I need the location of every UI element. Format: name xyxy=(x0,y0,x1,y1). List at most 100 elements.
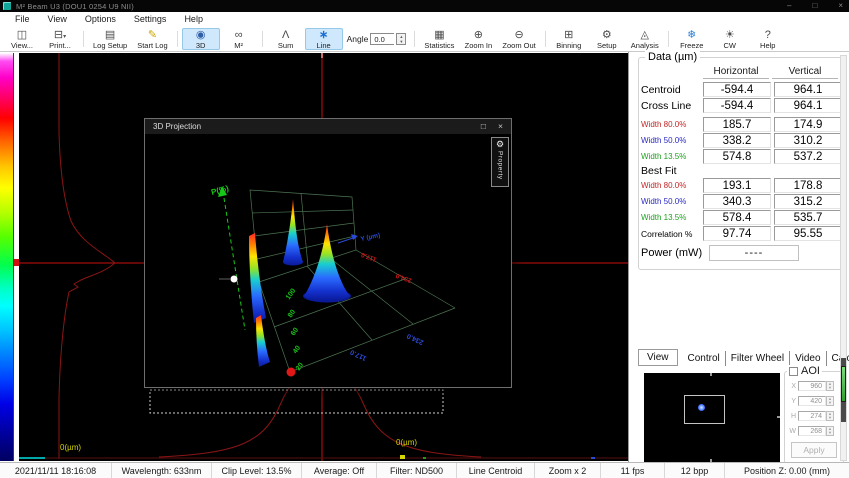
aoi-dashed-rectangle[interactable] xyxy=(150,390,443,413)
projection-maximize-button[interactable]: □ xyxy=(481,119,486,134)
window-title: M² Beam U3 (DOU1 0254 U9 NII) xyxy=(16,2,134,11)
line-button[interactable]: ∗ Line xyxy=(305,28,343,50)
power-value: ---- xyxy=(709,245,799,261)
aoi-y-spinner[interactable]: ▲▼ xyxy=(826,396,834,406)
tab-filter-wheel[interactable]: Filter Wheel xyxy=(726,351,790,366)
aoi-w-spinner[interactable]: ▲▼ xyxy=(826,426,834,436)
back-wall-beam-peak xyxy=(283,199,303,266)
status-average: Average: Off xyxy=(302,463,377,478)
wireframe-grid xyxy=(250,190,455,372)
angle-spinner[interactable]: ▴▾ xyxy=(396,33,406,45)
z-axis-ticks: 100 80 60 40 20 xyxy=(285,287,305,372)
aoi-h-input[interactable]: 274 xyxy=(798,411,826,421)
close-button[interactable]: × xyxy=(838,0,843,12)
x-axis-ticks: 117.0 234.0 xyxy=(360,251,413,284)
svg-text:80: 80 xyxy=(287,309,297,319)
correlation-vertical-value: 95.55 xyxy=(774,226,842,241)
statistics-button[interactable]: ▦ Statistics xyxy=(419,28,459,50)
minimize-button[interactable]: – xyxy=(787,0,791,12)
statistics-icon: ▦ xyxy=(434,29,444,41)
aoi-x-spinner[interactable]: ▲▼ xyxy=(826,381,834,391)
apply-button[interactable]: Apply xyxy=(791,442,837,458)
svg-text:117.0: 117.0 xyxy=(360,251,378,263)
fit-width80-vertical-value: 178.8 xyxy=(774,178,842,193)
menu-settings[interactable]: Settings xyxy=(125,12,176,27)
sum-button[interactable]: Λ Sum xyxy=(267,28,305,50)
m2-icon: ∞ xyxy=(235,29,243,41)
scanline-blue xyxy=(591,457,595,459)
projection-close-button[interactable]: × xyxy=(498,119,503,134)
aoi-x-input[interactable]: 960 xyxy=(798,381,826,391)
tab-video[interactable]: Video xyxy=(790,351,826,366)
maximize-button[interactable]: □ xyxy=(812,0,817,12)
fit-width80-horizontal-value: 193.1 xyxy=(703,178,771,193)
intensity-colorbar xyxy=(0,53,13,461)
view-button[interactable]: ◫ View... xyxy=(3,28,41,50)
3d-button[interactable]: ◉ 3D xyxy=(182,28,220,50)
projection-3d-plot[interactable]: P(%) 100 80 60 40 20 Y (µm) xyxy=(145,134,511,387)
aoi-y-field: Y 420 ▲▼ xyxy=(788,395,843,407)
table-row: Cross Line -594.4 964.1 xyxy=(641,98,846,113)
menu-view[interactable]: View xyxy=(39,12,76,27)
toolbar-separator xyxy=(414,31,415,47)
fit-width50-horizontal-value: 340.3 xyxy=(703,194,771,209)
zoom-out-icon: ⊖ xyxy=(514,29,523,41)
zoom-out-button[interactable]: ⊖ Zoom Out xyxy=(497,28,540,50)
app-icon xyxy=(3,2,11,10)
spinner-down-icon[interactable]: ▾ xyxy=(397,39,405,44)
status-datetime: 2021/11/11 18:16:08 xyxy=(0,463,112,478)
sum-icon: Λ xyxy=(282,29,289,41)
cw-button[interactable]: ☀ CW xyxy=(711,28,749,50)
start-log-button[interactable]: ✎ Start Log xyxy=(132,28,172,50)
aoi-checkbox[interactable] xyxy=(789,367,798,376)
property-tab[interactable]: ⚙ Property xyxy=(491,137,509,187)
zoom-in-icon: ⊕ xyxy=(474,29,483,41)
help-button[interactable]: ? Help xyxy=(749,28,787,50)
projection-window[interactable]: 3D Projection □ × ⚙ Property xyxy=(144,118,512,388)
tab-control[interactable]: Control xyxy=(683,351,726,366)
aoi-w-input[interactable]: 268 xyxy=(798,426,826,436)
svg-text:20: 20 xyxy=(295,362,305,372)
print-icon: ⊟▾ xyxy=(54,29,66,41)
property-tab-label: Property xyxy=(497,151,504,180)
menu-file[interactable]: File xyxy=(6,12,39,27)
status-position-z: Position Z: 0.00 (mm) xyxy=(725,463,849,478)
camera-preview[interactable] xyxy=(644,373,780,462)
aoi-label: AOI xyxy=(801,365,820,377)
freeze-icon: ❄ xyxy=(687,29,696,41)
log-setup-button[interactable]: ▤ Log Setup xyxy=(88,28,132,50)
floor-ticks: 117.0 234.0 xyxy=(349,332,425,362)
setup-button[interactable]: ⚙ Setup xyxy=(588,28,626,50)
table-row: Width 80.0% 185.7 174.9 xyxy=(641,117,846,132)
toolbar: ◫ View... ⊟▾ Print... ▤ Log Setup ✎ Star… xyxy=(0,27,849,52)
zoom-in-button[interactable]: ⊕ Zoom In xyxy=(459,28,497,50)
table-row: Width 80.0% 193.1 178.8 xyxy=(641,178,846,193)
freeze-button[interactable]: ❄ Freeze xyxy=(673,28,711,50)
analysis-icon: ◬ xyxy=(641,29,649,41)
projection-title-bar[interactable]: 3D Projection □ × xyxy=(145,119,511,134)
analysis-button[interactable]: ◬ Analysis xyxy=(626,28,664,50)
binning-button[interactable]: ⊞ Binning xyxy=(550,28,588,50)
m2-button[interactable]: ∞ M² xyxy=(220,28,258,50)
status-bar: 2021/11/11 18:16:08 Wavelength: 633nm Cl… xyxy=(0,462,849,478)
width50-vertical-value: 310.2 xyxy=(774,133,842,148)
menu-options[interactable]: Options xyxy=(76,12,125,27)
menu-help[interactable]: Help xyxy=(175,12,212,27)
aoi-rectangle[interactable] xyxy=(684,395,725,424)
cw-icon: ☀ xyxy=(725,29,735,41)
red-origin-dot[interactable] xyxy=(287,368,296,377)
aoi-h-spinner[interactable]: ▲▼ xyxy=(826,411,834,421)
fit-width135-vertical-value: 535.7 xyxy=(774,210,842,225)
gain-slider-thumb[interactable] xyxy=(841,366,846,402)
angle-input[interactable]: 0.0 xyxy=(370,33,394,45)
print-button[interactable]: ⊟▾ Print... xyxy=(41,28,79,50)
tab-view[interactable]: View xyxy=(638,349,678,366)
right-panel: Data (µm) Horizontal Vertical Centroid -… xyxy=(628,52,849,462)
gain-slider-track[interactable] xyxy=(840,55,847,461)
table-row: Width 13.5% 578.4 535.7 xyxy=(641,210,846,225)
white-marker-dot[interactable] xyxy=(231,276,238,283)
projection-body: ⚙ Property xyxy=(145,134,511,387)
power-label: Power (mW) xyxy=(641,247,709,259)
angle-label: Angle xyxy=(347,34,369,44)
aoi-y-input[interactable]: 420 xyxy=(798,396,826,406)
